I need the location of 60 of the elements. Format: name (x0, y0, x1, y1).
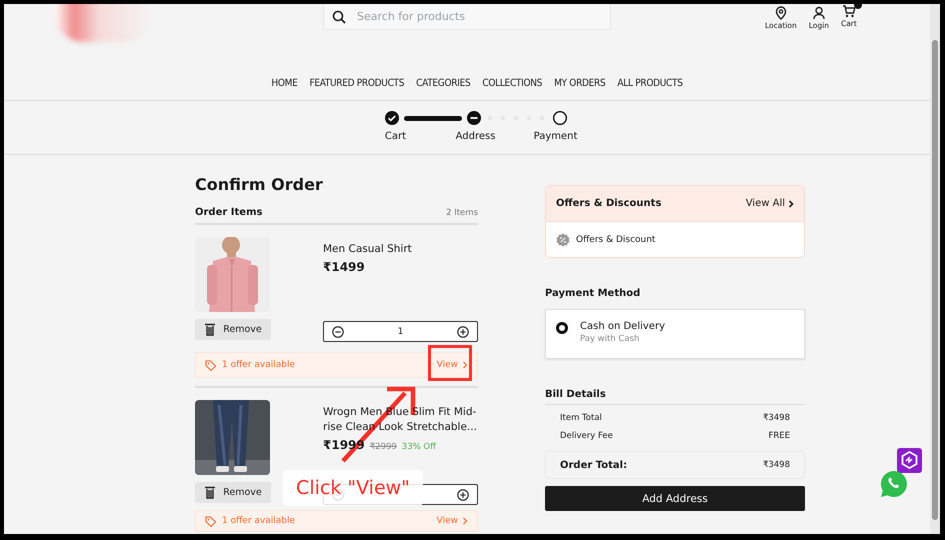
remove-button[interactable]: Remove (195, 482, 271, 503)
plus-icon (456, 326, 469, 338)
highlight-box (428, 345, 472, 381)
quantity-value: 1 (398, 326, 404, 336)
total-value: ₹3498 (762, 460, 790, 470)
plus-icon (457, 488, 469, 500)
original-price: ₹2999 (370, 442, 397, 452)
page-title: Confirm Order (195, 175, 324, 194)
payment-option[interactable]: Cash on Delivery Pay with Cash (545, 309, 805, 359)
chevron-icon (462, 517, 468, 525)
offer-item[interactable]: Offers & Discount (576, 234, 656, 244)
click-hint-tooltip: Click "View" (283, 470, 423, 506)
step-label: Cart (384, 131, 408, 142)
trash-icon (204, 323, 216, 336)
payment-sublabel: Pay with Cash (580, 334, 640, 344)
app-badge-icon (897, 448, 922, 473)
price: ₹1499 (323, 260, 365, 274)
nav-link[interactable]: MY ORDERS (554, 78, 606, 100)
nav-link[interactable]: COLLECTIONS (482, 78, 542, 100)
quantity-stepper[interactable]: 1 (323, 321, 478, 342)
total-label: Order Total: (560, 460, 628, 470)
pin-icon (774, 6, 788, 20)
card-title: Offers & Discounts (556, 198, 662, 209)
product-name: Men Casual Shirt (323, 242, 413, 257)
section-title: Bill Details (545, 389, 805, 405)
nav-link[interactable]: FEATURED PRODUCTS (309, 78, 404, 100)
offer-text: 1 offer available (222, 360, 296, 370)
section-title: Payment Method (545, 288, 642, 299)
section-title: Order Items (195, 207, 262, 218)
view-all-link[interactable]: View All (746, 198, 794, 209)
payment-label: Cash on Delivery (580, 321, 665, 332)
chat-icon (880, 470, 908, 498)
nav-link[interactable]: ALL PRODUCTS (617, 78, 683, 100)
progress-line (404, 116, 462, 120)
tag-icon (205, 360, 216, 370)
step-label: Address (454, 131, 496, 142)
step-label: Payment (532, 131, 578, 142)
search-icon (332, 10, 346, 24)
bill-value: FREE (768, 431, 790, 443)
bill-label: Delivery Fee (560, 431, 613, 443)
cart-icon (842, 4, 856, 18)
minus-icon (332, 326, 344, 338)
scrollbar[interactable] (930, 4, 940, 534)
chevron-icon (788, 200, 794, 208)
discount-label: 33% Off (402, 442, 436, 452)
bill-value: ₹3498 (762, 413, 790, 425)
bill-label: Item Total (560, 413, 602, 425)
discount-badge-icon (556, 232, 570, 246)
remove-button[interactable]: Remove (195, 319, 271, 340)
person-icon (812, 6, 826, 20)
chevron-icon (462, 361, 468, 369)
search-field[interactable]: Search for products (323, 4, 611, 30)
offer-text: 1 offer available (222, 516, 296, 526)
add-address-button[interactable]: Add Address (545, 486, 805, 511)
trash-icon (204, 486, 216, 499)
radio-button[interactable] (556, 322, 568, 334)
tag-icon (205, 516, 216, 526)
nav-link[interactable]: HOME (271, 78, 298, 100)
item-count: 2 Items (446, 208, 478, 218)
nav-link[interactable]: CATEGORIES (416, 78, 470, 100)
